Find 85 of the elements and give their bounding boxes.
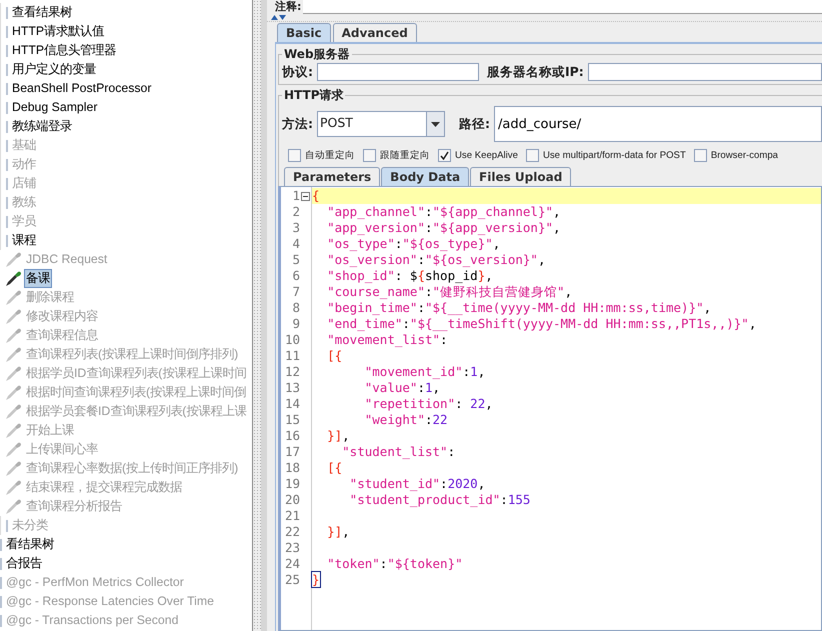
line-number: 4 <box>291 236 300 252</box>
code-line: "student_id":2020, <box>348 476 486 492</box>
checkbox[interactable] <box>363 149 376 162</box>
field-label: 协议: <box>282 64 313 80</box>
line-number: 8 <box>291 300 300 316</box>
section-title: HTTP请求 <box>283 87 344 104</box>
fold-icon[interactable] <box>301 192 310 200</box>
tree-item[interactable]: HTTP信息头管理器 <box>11 42 118 59</box>
method-dropdown[interactable]: POST <box>317 111 445 137</box>
code-line: "app_version":"${app_version}", <box>326 220 561 236</box>
tree-item[interactable]: 合报告 <box>5 555 43 572</box>
code-line: "student_product_id":155 <box>348 492 530 508</box>
line-number: 18 <box>284 460 300 476</box>
checkbox-label: Use KeepAlive <box>455 150 518 161</box>
line-number: 15 <box>284 412 300 428</box>
code-line: "os_type":"${os_type}", <box>326 236 500 252</box>
tree-item[interactable]: 看结果树 <box>5 536 55 553</box>
protocol-field[interactable] <box>317 63 479 81</box>
code-line: }], <box>326 428 350 444</box>
tree-item[interactable]: BeanShell PostProcessor <box>11 80 152 97</box>
code-line: "weight":22 <box>364 412 448 428</box>
tree-item[interactable]: 教练端登录 <box>11 118 73 135</box>
tab[interactable]: Files Upload <box>470 167 572 186</box>
line-number: 13 <box>284 380 300 396</box>
checkbox[interactable] <box>438 149 451 162</box>
line-number: 11 <box>284 348 300 364</box>
code-line: "shop_id": ${shop_id}, <box>326 268 493 284</box>
line-number: 5 <box>291 252 300 268</box>
code-line: "movement_list": <box>326 332 448 348</box>
code-line: [{ <box>326 348 342 364</box>
line-number: 16 <box>284 428 300 444</box>
code-line: { <box>312 188 320 204</box>
line-number: 3 <box>291 220 300 236</box>
tree-item[interactable]: HTTP请求默认值 <box>11 23 106 40</box>
code-line: "student_list": <box>341 444 456 460</box>
line-number: 1 <box>291 188 300 204</box>
field-label: 方法: <box>282 116 313 132</box>
code-line: "movement_id":1, <box>364 364 486 380</box>
line-number: 20 <box>284 492 300 508</box>
line-number: 9 <box>291 316 300 332</box>
code-line: "end_time":"${__timeShift(yyyy-MM-dd HH:mm:ss,,PT1s,,)}", <box>326 316 756 332</box>
line-number: 21 <box>284 508 300 524</box>
code-line: } <box>312 572 320 588</box>
checkbox[interactable] <box>526 149 539 162</box>
tree-item[interactable]: Debug Sampler <box>11 99 98 116</box>
server-field[interactable] <box>588 63 822 81</box>
checkbox-label: 跟随重定向 <box>380 149 430 162</box>
code-line: [{ <box>326 460 342 476</box>
section-title: Web服务器 <box>283 46 351 63</box>
code-line: "app_channel":"${app_channel}", <box>326 204 561 220</box>
line-number: 19 <box>284 476 300 492</box>
dropdown-arrow-icon <box>431 122 440 126</box>
code-line: "begin_time":"${__time(yyyy-MM-dd HH:mm:ss,time)}", <box>326 300 712 316</box>
line-number: 10 <box>284 332 300 348</box>
tree-item[interactable]: 课程 <box>11 232 37 249</box>
checkbox[interactable] <box>694 149 707 162</box>
field-label: 路径: <box>459 116 490 132</box>
code-line: "os_version":"${os_version}", <box>326 252 546 268</box>
line-number: 7 <box>291 284 300 300</box>
tree-item[interactable]: 用户定义的变量 <box>11 61 97 78</box>
tree-item[interactable]: 查看结果树 <box>11 4 73 21</box>
tab[interactable]: Advanced <box>332 23 417 42</box>
line-number: 17 <box>284 444 300 460</box>
code-line: "token":"${token}" <box>326 556 463 572</box>
line-number: 24 <box>284 556 300 572</box>
code-line: "repetition": 22, <box>364 396 493 412</box>
line-number: 25 <box>284 572 300 588</box>
checkbox-label: Browser-compa <box>710 150 778 161</box>
code-line: "value":1, <box>364 380 440 396</box>
tab[interactable]: Body Data <box>381 167 470 186</box>
tree-item[interactable]: 备课 <box>25 270 51 287</box>
checkbox-label: Use multipart/form-data for POST <box>542 150 686 161</box>
code-line: }], <box>326 524 350 540</box>
field-label: 服务器名称或IP: <box>487 64 584 80</box>
path-field[interactable]: /add_course/ <box>494 106 822 142</box>
checkbox[interactable] <box>288 149 301 162</box>
tab[interactable]: Basic <box>277 23 331 42</box>
line-number: 2 <box>291 204 300 220</box>
line-number: 23 <box>284 540 300 556</box>
tab[interactable]: Parameters <box>284 167 380 186</box>
line-number: 22 <box>284 524 300 540</box>
line-number: 12 <box>284 364 300 380</box>
checkbox-label: 自动重定向 <box>305 149 355 162</box>
line-number: 14 <box>284 396 300 412</box>
line-number: 6 <box>291 268 300 284</box>
